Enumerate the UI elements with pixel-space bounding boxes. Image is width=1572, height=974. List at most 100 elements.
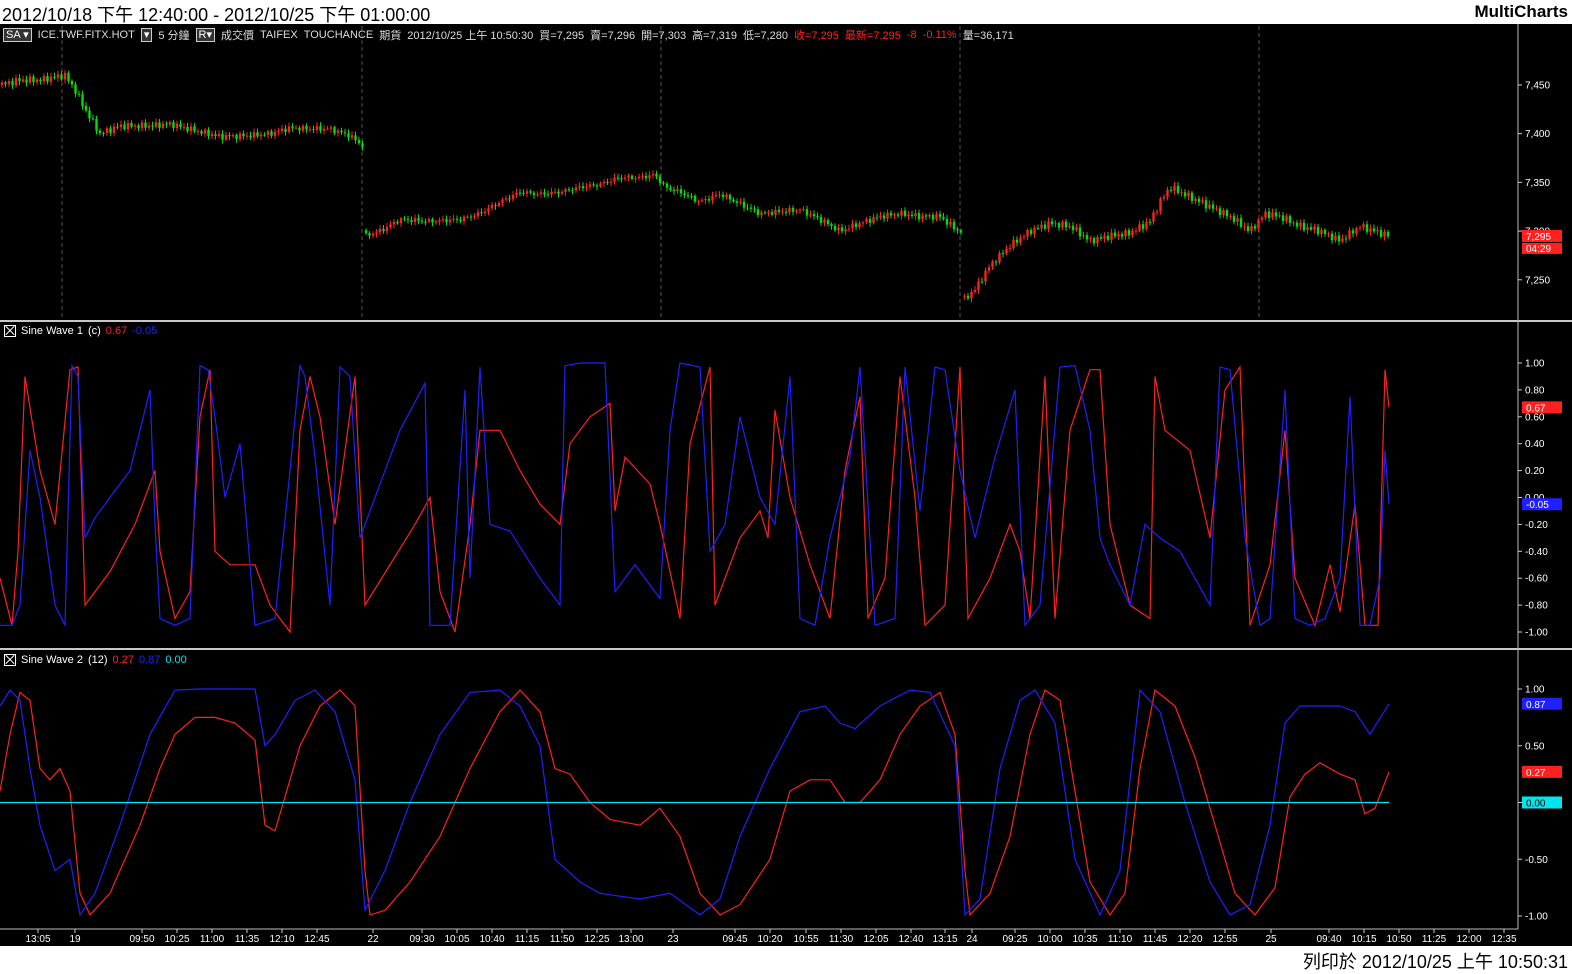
candle-body — [0, 82, 4, 85]
candle-body — [1075, 227, 1078, 231]
candle-body — [872, 217, 875, 223]
candle-body — [1232, 216, 1236, 222]
chart-canvas[interactable]: 7,4507,4007,3507,3007,2501.000.800.600.4… — [0, 24, 1572, 946]
candle-body — [1334, 235, 1337, 241]
symbol-dropdown-icon[interactable]: ▾ — [140, 28, 153, 42]
candle-body — [200, 131, 203, 134]
candle-body — [903, 210, 907, 217]
candle-body — [550, 191, 553, 195]
candle-body — [879, 215, 882, 218]
candle-body — [1358, 227, 1362, 229]
chart-area[interactable]: 7,4507,4007,3507,3007,2501.000.800.600.4… — [0, 24, 1572, 946]
x-tick-label: 23 — [667, 934, 679, 945]
candle-body — [116, 126, 119, 128]
candle-body — [259, 134, 263, 137]
candle-body — [371, 233, 375, 236]
candle-body — [224, 135, 228, 140]
candle-body — [1330, 233, 1334, 241]
price-change: -8 — [906, 29, 917, 41]
candle-body — [511, 194, 515, 200]
candle-body — [137, 125, 140, 129]
candle-body — [865, 219, 868, 223]
lead-value: 0.87 — [138, 654, 161, 666]
candle-body — [266, 131, 270, 135]
candle-body — [91, 118, 95, 120]
candle-body — [1092, 238, 1096, 244]
candle-body — [35, 79, 39, 83]
candle-body — [1271, 212, 1274, 218]
value-badge-text: 0.00 — [1526, 799, 1546, 810]
candle-body — [1372, 228, 1376, 232]
candle-body — [658, 176, 662, 183]
candle-body — [1204, 200, 1208, 209]
close-pane-icon[interactable] — [4, 654, 16, 666]
candle-body — [382, 228, 385, 232]
candle-body — [1320, 229, 1323, 235]
candle-body — [217, 133, 221, 136]
x-tick-label: 12:20 — [1177, 934, 1202, 945]
candle-body — [613, 177, 616, 182]
candle-body — [88, 110, 91, 119]
candle-body — [914, 213, 917, 217]
candle-body — [1351, 230, 1355, 234]
candle-body — [1099, 236, 1103, 239]
candle-body — [399, 218, 403, 224]
candle-body — [595, 185, 599, 187]
candle-body — [532, 192, 536, 195]
candle-body — [1001, 252, 1005, 254]
candle-body — [1194, 198, 1197, 201]
candle-body — [1082, 235, 1085, 237]
close-pane-icon[interactable] — [4, 325, 16, 337]
candle-body — [378, 228, 382, 233]
candle-body — [315, 126, 319, 130]
candle-body — [1211, 204, 1215, 209]
x-tick-label: 10:00 — [1037, 934, 1062, 945]
candle-body — [1348, 230, 1351, 239]
r-dropdown-label: R — [198, 29, 207, 41]
candle-body — [683, 193, 686, 196]
symbol-info-bar: SA ▾ ICE.TWF.FITX.HOT ▾ 5 分鐘 R▾ 成交價 TAIF… — [3, 27, 1014, 43]
candle-body — [1365, 224, 1369, 232]
candle-body — [350, 135, 354, 138]
x-tick-label: 09:45 — [722, 934, 747, 945]
y-tick-label: 7,450 — [1525, 80, 1550, 91]
candle-body — [826, 220, 830, 225]
candle-body — [641, 176, 644, 178]
candle-body — [529, 191, 532, 193]
candle-body — [284, 128, 287, 133]
candle-body — [1110, 232, 1113, 240]
candle-body — [434, 221, 438, 223]
candle-body — [1225, 210, 1229, 217]
candle-body — [385, 226, 389, 232]
candle-body — [413, 218, 417, 222]
sa-dropdown-label: SA — [6, 29, 21, 41]
candle-body — [452, 218, 455, 220]
pane-separator — [0, 320, 1572, 322]
sa-dropdown[interactable]: SA ▾ — [3, 28, 32, 42]
y-tick-label: 7,400 — [1525, 129, 1550, 140]
x-tick-label: 11:45 — [1143, 934, 1168, 945]
candle-body — [546, 194, 550, 196]
close-price: 收=7,295 — [793, 30, 839, 42]
candle-body — [1033, 227, 1036, 234]
candle-body — [662, 182, 665, 184]
candle-body — [7, 81, 11, 85]
candle-body — [606, 181, 609, 183]
candle-body — [1050, 221, 1054, 225]
candle-body — [1327, 233, 1330, 235]
candle-body — [95, 118, 98, 131]
candle-body — [907, 214, 910, 217]
candle-body — [1061, 221, 1064, 228]
lead-value: -0.05 — [132, 325, 158, 337]
x-tick-label: 10:20 — [757, 934, 782, 945]
candle-body — [469, 216, 473, 218]
candle-body — [1302, 222, 1306, 231]
pane-separator — [0, 648, 1572, 650]
candle-body — [847, 228, 851, 230]
x-tick-label: 10:35 — [1072, 934, 1097, 945]
zero-value: 0.00 — [165, 654, 187, 666]
candle-body — [1005, 248, 1008, 254]
candle-body — [322, 128, 326, 131]
candle-body — [1176, 185, 1180, 193]
r-dropdown[interactable]: R▾ — [195, 28, 216, 42]
